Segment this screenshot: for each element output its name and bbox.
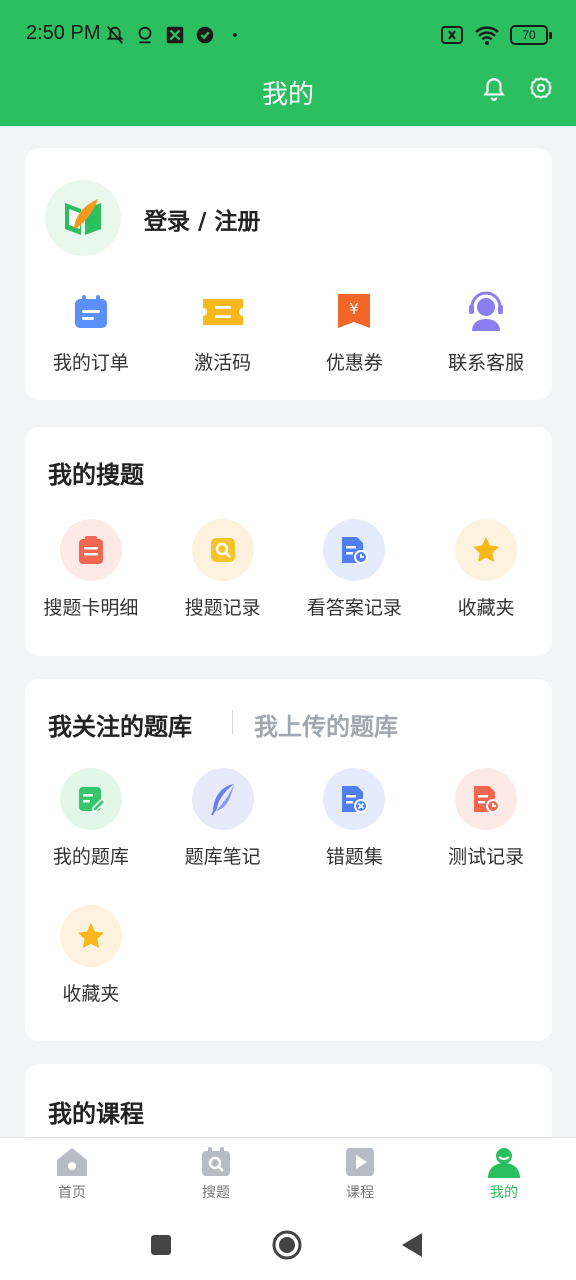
- answer-record-button[interactable]: 看答案记录: [289, 519, 421, 620]
- nav-search[interactable]: 搜题: [144, 1138, 288, 1217]
- svg-text:¥: ¥: [350, 300, 360, 318]
- question-bank-grid-row1: 我的题库 题库笔记 错题集 测试记录: [25, 768, 552, 869]
- quick-action-label: 激活码: [194, 352, 252, 374]
- section-title: 我的搜题: [48, 461, 144, 489]
- grid-item-label: 搜题记录: [184, 597, 261, 619]
- tab-uploaded-banks[interactable]: 我上传的题库: [254, 707, 398, 742]
- grid-item-label: 我的题库: [52, 846, 129, 868]
- grid-item-label: 搜题卡明细: [43, 597, 139, 619]
- bottom-nav: 首页 搜题 课程 我的: [0, 1137, 576, 1217]
- quick-action-label: 我的订单: [52, 352, 129, 374]
- grid-item-label: 错题集: [325, 846, 383, 868]
- grid-item-label: 看答案记录: [306, 597, 402, 619]
- tab-divider: [232, 710, 233, 734]
- search-card-detail-button[interactable]: 搜题卡明细: [25, 519, 157, 620]
- nav-mine[interactable]: 我的: [432, 1138, 576, 1217]
- nav-label: 课程: [346, 1185, 374, 1201]
- location-icon: [138, 26, 152, 44]
- profile-card: 登录 / 注册 我的订单 激活码 ¥ 优惠券 联系客服: [25, 148, 552, 400]
- coupon-button[interactable]: ¥ 优惠券: [289, 288, 421, 375]
- back-button[interactable]: [400, 1232, 424, 1258]
- app-badge-icon: [166, 26, 184, 44]
- star-icon: [473, 537, 500, 562]
- feather-icon: [210, 784, 234, 816]
- home-icon: [57, 1148, 87, 1176]
- gear-icon[interactable]: [528, 76, 554, 102]
- test-record-icon: [474, 786, 501, 813]
- nav-courses[interactable]: 课程: [288, 1138, 432, 1217]
- battery-indicator: 70: [510, 25, 552, 45]
- nav-label: 首页: [58, 1185, 86, 1201]
- edit-bank-icon: [78, 787, 106, 812]
- search-record-button[interactable]: 搜题记录: [157, 519, 289, 620]
- search-record-icon: [210, 538, 235, 562]
- ticket-icon: [202, 299, 243, 325]
- recent-apps-button[interactable]: [150, 1234, 172, 1256]
- bell-icon[interactable]: [481, 76, 507, 102]
- my-search-grid: 搜题卡明细 搜题记录 看答案记录 收藏夹: [25, 519, 552, 620]
- quick-action-label: 优惠券: [325, 352, 383, 374]
- grid-item-label: 收藏夹: [62, 983, 120, 1005]
- answer-record-icon: [342, 537, 369, 564]
- status-bar: 2:50 PM 70: [0, 0, 576, 70]
- my-search-card: 我的搜题 搜题卡明细 搜题记录 看答案记录 收藏夹: [25, 427, 552, 656]
- calendar-order-icon: [74, 295, 107, 328]
- bank-notes-button[interactable]: 题库笔记: [157, 768, 289, 869]
- wrong-set-button[interactable]: 错题集: [289, 768, 421, 869]
- card-detail-icon: [78, 536, 103, 564]
- customer-service-button[interactable]: 联系客服: [420, 288, 552, 375]
- nav-label: 搜题: [202, 1185, 230, 1201]
- app-logo-icon: [65, 199, 101, 235]
- favorites-button[interactable]: 收藏夹: [420, 519, 552, 620]
- wifi-icon: [475, 26, 499, 45]
- quick-action-label: 联系客服: [448, 352, 525, 374]
- tab-followed-banks[interactable]: 我关注的题库: [48, 707, 192, 742]
- sim-off-icon: [441, 26, 463, 44]
- mute-icon: [106, 26, 124, 44]
- nav-label: 我的: [490, 1185, 518, 1201]
- grid-item-label: 测试记录: [448, 846, 525, 868]
- star-icon: [77, 923, 104, 948]
- home-button[interactable]: [272, 1230, 302, 1260]
- my-bank-button[interactable]: 我的题库: [25, 768, 157, 869]
- quick-actions: 我的订单 激活码 ¥ 优惠券 联系客服: [25, 288, 552, 375]
- search-tab-icon: [202, 1147, 230, 1176]
- status-time: 2:50 PM: [26, 22, 101, 44]
- question-bank-card: 我关注的题库 我上传的题库 我的题库 题库笔记 错题集 测试记录 收藏夹: [25, 679, 552, 1041]
- coupon-icon: ¥: [338, 294, 371, 328]
- grid-item-label: 收藏夹: [457, 597, 515, 619]
- user-icon: [488, 1148, 520, 1178]
- question-bank-grid-row2: 收藏夹: [25, 905, 552, 1006]
- app-header: 2:50 PM 70 我的: [0, 0, 576, 126]
- check-circle-icon: [196, 26, 214, 44]
- system-nav-bar: [0, 1217, 576, 1280]
- wrong-set-icon: [342, 786, 369, 813]
- grid-item-label: 题库笔记: [184, 846, 261, 868]
- avatar[interactable]: [45, 180, 121, 256]
- nav-home[interactable]: 首页: [0, 1138, 144, 1217]
- section-title: 我的课程: [48, 1100, 144, 1128]
- activation-code-button[interactable]: 激活码: [157, 288, 289, 375]
- my-orders-button[interactable]: 我的订单: [25, 288, 157, 375]
- bank-favorites-button[interactable]: 收藏夹: [25, 905, 157, 1006]
- dot-icon: [233, 33, 237, 37]
- customer-service-icon: [469, 291, 504, 331]
- play-icon: [346, 1148, 374, 1176]
- status-system-icons: 70: [440, 24, 552, 46]
- status-notification-icons: [104, 24, 246, 46]
- login-register-link[interactable]: 登录 / 注册: [144, 202, 260, 236]
- test-record-button[interactable]: 测试记录: [420, 768, 552, 869]
